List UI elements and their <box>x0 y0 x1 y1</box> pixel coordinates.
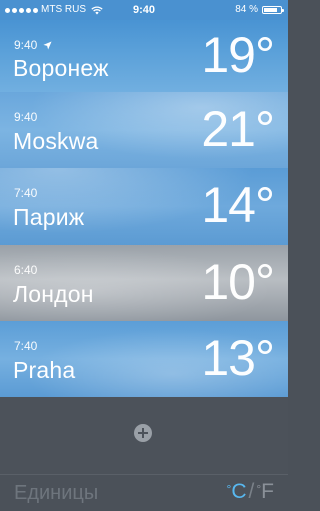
city-name: Париж <box>13 204 85 230</box>
fahrenheit-letter: F <box>261 480 274 503</box>
city-local-time: 7:40 <box>14 339 37 353</box>
city-row-paris[interactable]: 7:40 Париж 14° <box>0 168 288 245</box>
city-name: Лондон <box>13 281 94 307</box>
city-temperature: 14° <box>201 177 275 233</box>
city-temperature: 21° <box>201 101 275 157</box>
city-local-time: 9:40 <box>14 110 37 124</box>
city-time-text: 9:40 <box>14 38 38 52</box>
city-row-praha[interactable]: 7:40 Praha 13° <box>0 321 288 397</box>
celsius-letter: C <box>231 480 247 503</box>
city-temperature: 13° <box>201 330 275 386</box>
city-time-text: 6:40 <box>14 263 38 277</box>
city-local-time: 9:40 <box>14 38 52 52</box>
city-time-text: 7:40 <box>14 186 38 200</box>
city-temperature: 19° <box>201 27 275 83</box>
status-right: 84 % <box>235 0 284 20</box>
city-row-london[interactable]: 6:40 Лондон 10° <box>0 245 288 321</box>
celsius-degree-sign: ° <box>226 482 232 496</box>
add-city-button[interactable] <box>134 424 152 442</box>
status-bar: MTS RUS 9:40 84 % <box>0 0 288 20</box>
units-bar: Единицы °C / °F <box>0 474 288 511</box>
city-temperature: 10° <box>201 254 275 310</box>
city-local-time: 7:40 <box>14 186 37 200</box>
city-local-time: 6:40 <box>14 263 37 277</box>
units-toggle[interactable]: °C / °F <box>227 480 274 504</box>
city-time-text: 7:40 <box>14 339 38 353</box>
battery-fill <box>264 8 277 12</box>
fahrenheit-option[interactable]: °F <box>256 480 274 504</box>
city-name: Moskwa <box>13 128 99 154</box>
city-row-moskwa[interactable]: 9:40 Moskwa 21° <box>0 92 288 168</box>
fahrenheit-degree-sign: ° <box>256 482 262 496</box>
battery-icon <box>262 6 284 14</box>
city-name: Praha <box>13 357 76 383</box>
battery-percentage: 84 % <box>235 4 258 15</box>
units-label[interactable]: Единицы <box>14 482 98 505</box>
units-separator: / <box>248 480 255 503</box>
add-city-area <box>0 397 288 474</box>
location-arrow-icon <box>43 40 52 50</box>
city-time-text: 9:40 <box>14 110 38 124</box>
city-name: Воронеж <box>13 55 109 81</box>
celsius-option[interactable]: °C <box>227 480 247 504</box>
